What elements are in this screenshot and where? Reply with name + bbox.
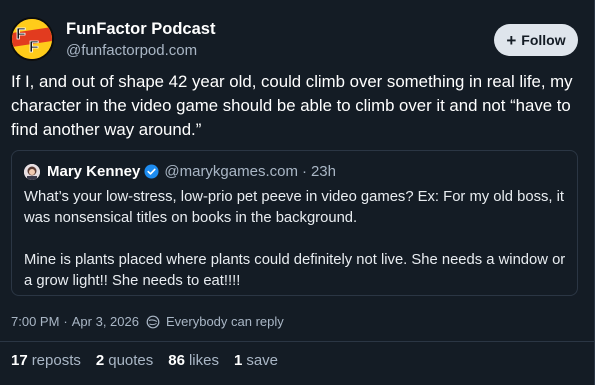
post-body: If I, and out of shape 42 year old, coul…: [11, 70, 586, 142]
quote-timestamp[interactable]: 23h: [311, 163, 336, 180]
saves-label: save: [246, 352, 279, 369]
verified-badge-icon: [144, 164, 159, 179]
svg-text:F: F: [16, 26, 26, 43]
reposts-count: 17: [11, 352, 28, 369]
quote-avatar-image: [24, 164, 40, 180]
author-handle[interactable]: @funfactorpod.com: [66, 42, 197, 59]
quotes-stat[interactable]: 2 quotes: [96, 352, 153, 369]
reply-setting[interactable]: Everybody can reply: [166, 314, 284, 329]
quote-paragraph: Mine is plants placed where plants could…: [24, 252, 566, 289]
quoted-post[interactable]: Mary Kenney @marykgames.com · 23h What’s…: [11, 150, 578, 296]
reposts-stat[interactable]: 17 reposts: [11, 352, 81, 369]
quotes-count: 2: [95, 352, 105, 369]
saves-stat[interactable]: 1 save: [234, 352, 278, 369]
author-avatar[interactable]: F F: [10, 17, 54, 61]
post-text: If I, and out of shape 42 year old, coul…: [11, 72, 573, 139]
post-meta: 7:00 PM · Apr 3, 2026 Everybody can repl…: [11, 314, 284, 329]
reply-setting-icon: [146, 315, 160, 328]
quote-author-avatar[interactable]: [24, 164, 40, 180]
follow-label: Follow: [521, 32, 566, 48]
likes-stat[interactable]: 86 likes: [168, 352, 219, 369]
svg-text:F: F: [29, 39, 39, 56]
quote-separator: ·: [301, 163, 307, 180]
post-time: 7:00 PM: [11, 314, 60, 329]
divider: [0, 341, 595, 342]
funfactor-logo: F F: [12, 19, 52, 59]
plus-icon: +: [506, 30, 517, 50]
saves-count: 1: [233, 352, 243, 369]
quote-header: Mary Kenney @marykgames.com · 23h: [47, 163, 336, 180]
quote-author-handle[interactable]: @marykgames.com: [164, 163, 298, 180]
quote-body: What’s your low-stress, low-prio pet pee…: [24, 187, 569, 292]
reposts-label: reposts: [31, 352, 81, 369]
post-date: Apr 3, 2026: [71, 314, 139, 329]
quotes-label: quotes: [108, 352, 154, 369]
quote-paragraph: What’s your low-stress, low-prio pet pee…: [24, 189, 565, 226]
meta-separator: ·: [63, 314, 68, 329]
engagement-stats: 17 reposts 2 quotes 86 likes 1 save: [11, 352, 293, 369]
likes-label: likes: [188, 352, 219, 369]
quote-author-name[interactable]: Mary Kenney: [47, 163, 140, 180]
follow-button[interactable]: + Follow: [494, 24, 578, 56]
post-container: F F FunFactor Podcast @funfactorpod.com …: [0, 0, 595, 385]
author-name[interactable]: FunFactor Podcast: [66, 20, 215, 39]
likes-count: 86: [168, 352, 185, 369]
